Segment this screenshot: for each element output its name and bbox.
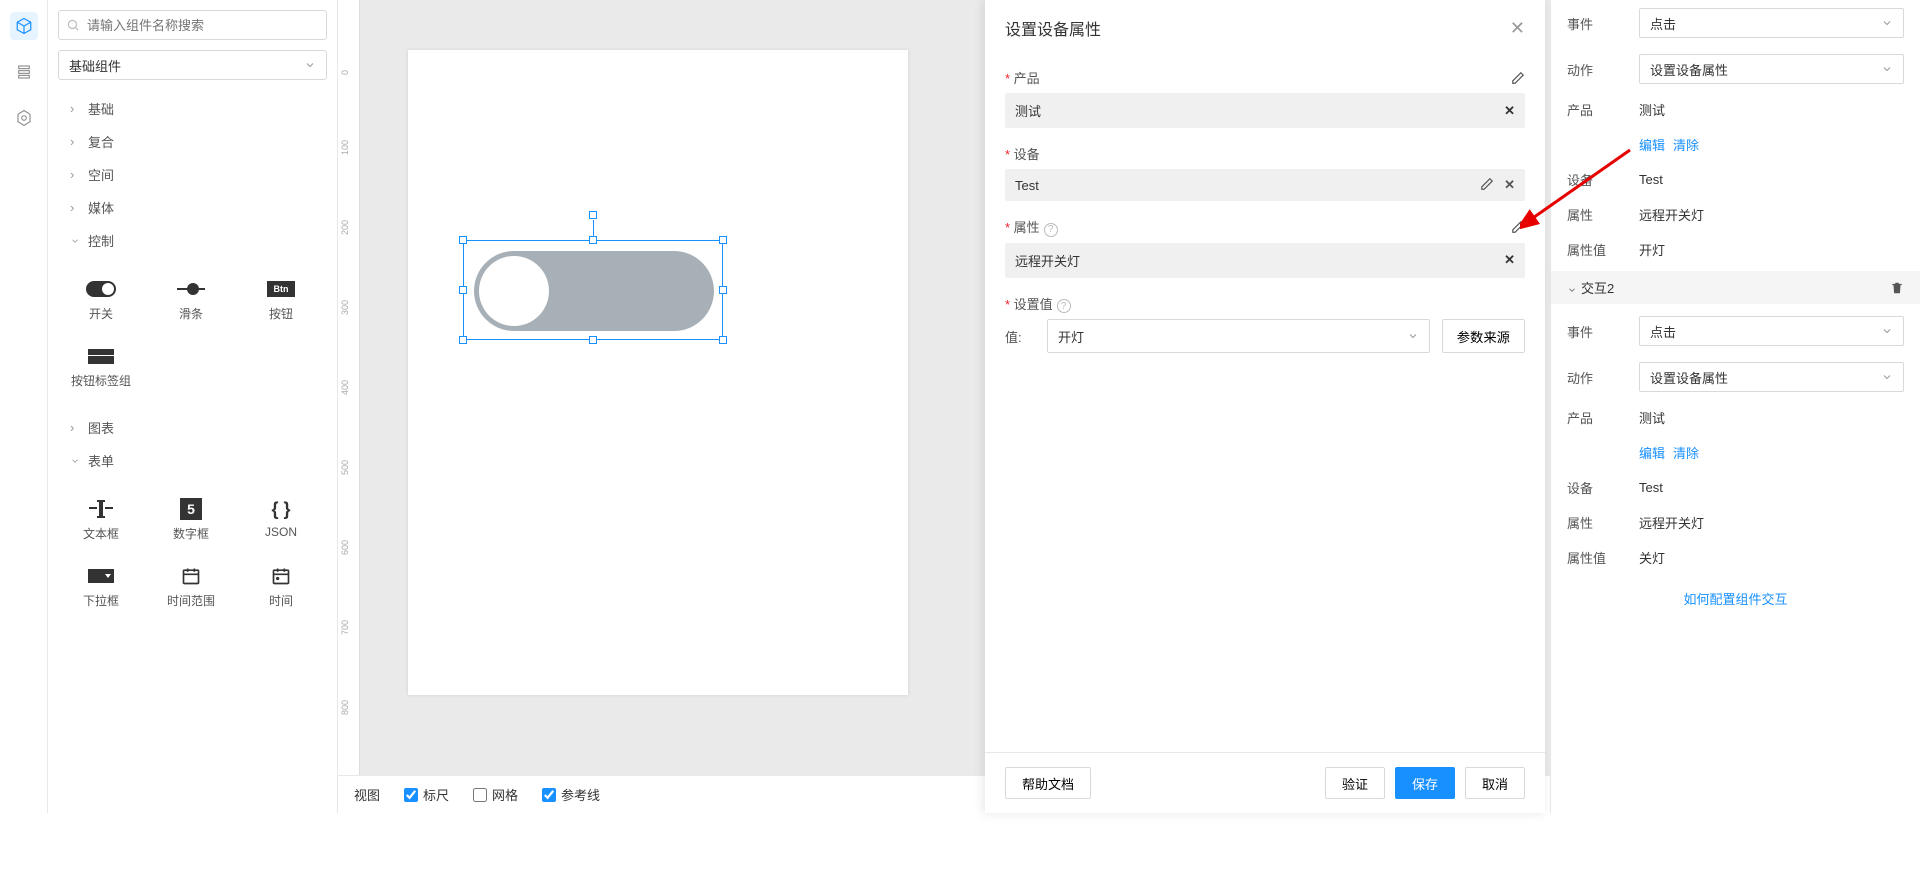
rail-components-icon[interactable]	[10, 12, 38, 40]
cancel-button[interactable]: 取消	[1465, 767, 1525, 799]
interaction-section-header[interactable]: 交互2	[1551, 271, 1920, 304]
widget-slider[interactable]: 滑条	[146, 267, 236, 334]
help-doc-button[interactable]: 帮助文档	[1005, 767, 1091, 799]
resize-handle[interactable]	[589, 236, 597, 244]
prop-attrval-value-2: 关灯	[1639, 548, 1665, 567]
component-tree: ›基础 ›复合 ›空间 ›媒体 控制 开关 滑条 Btn 按钮	[48, 88, 337, 813]
widget-json[interactable]: { } JSON	[236, 487, 326, 554]
switch-component[interactable]	[474, 251, 714, 331]
widget-switch[interactable]: 开关	[56, 267, 146, 334]
help-config-link[interactable]: 如何配置组件交互	[1683, 592, 1787, 607]
prop-product-value: 测试	[1639, 100, 1665, 119]
prop-product-value-2: 测试	[1639, 408, 1665, 427]
action-select-2[interactable]: 设置设备属性	[1639, 362, 1904, 392]
widget-time[interactable]: 时间	[236, 554, 326, 621]
action-select[interactable]: 设置设备属性	[1639, 54, 1904, 84]
toggle-ruler[interactable]: 标尺	[404, 785, 449, 804]
save-button[interactable]: 保存	[1395, 767, 1455, 799]
resize-handle[interactable]	[719, 336, 727, 344]
param-source-button[interactable]: 参数来源	[1442, 319, 1525, 353]
tree-media[interactable]: ›媒体	[48, 191, 337, 224]
toggle-grid[interactable]: 网格	[473, 785, 518, 804]
widget-button[interactable]: Btn 按钮	[236, 267, 326, 334]
help-icon[interactable]: ?	[1057, 299, 1071, 313]
widget-textbox[interactable]: 文本框	[56, 487, 146, 554]
component-search-input[interactable]	[58, 10, 327, 40]
resize-handle[interactable]	[719, 236, 727, 244]
selected-widget[interactable]	[463, 240, 723, 340]
edit-link[interactable]: 编辑	[1639, 138, 1665, 153]
resize-handle[interactable]	[459, 336, 467, 344]
chevron-down-icon	[1567, 285, 1577, 295]
field-label-device: 设备	[1005, 144, 1040, 163]
tree-composite[interactable]: ›复合	[48, 125, 337, 158]
device-value: Test	[1015, 178, 1039, 193]
edit-link-2[interactable]: 编辑	[1639, 446, 1665, 461]
field-label-setvalue: 设置值	[1005, 297, 1053, 312]
widget-timerange[interactable]: 时间范围	[146, 554, 236, 621]
edit-product-icon[interactable]	[1511, 71, 1525, 85]
edit-attr-icon[interactable]	[1511, 220, 1525, 234]
product-value: 测试	[1015, 101, 1041, 120]
prop-device-value-2: Test	[1639, 480, 1663, 495]
edit-device-icon[interactable]	[1480, 177, 1494, 193]
tree-chart[interactable]: ›图表	[48, 411, 337, 444]
left-rail	[0, 0, 48, 813]
value-select[interactable]: 开灯	[1047, 319, 1430, 353]
prop-attr-value-2: 远程开关灯	[1639, 513, 1704, 532]
field-label-attr: 属性	[1005, 220, 1040, 235]
chevron-down-icon	[1407, 330, 1419, 342]
component-group-select[interactable]: 基础组件	[58, 50, 327, 80]
verify-button[interactable]: 验证	[1325, 767, 1385, 799]
attr-value: 远程开关灯	[1015, 251, 1080, 270]
prop-attr-value: 远程开关灯	[1639, 205, 1704, 224]
resize-handle[interactable]	[719, 286, 727, 294]
canvas-page[interactable]	[408, 50, 908, 695]
properties-panel: 事件点击 动作设置设备属性 产品测试 编辑清除 设备Test 属性远程开关灯 属…	[1550, 0, 1920, 813]
widget-btn-tabs[interactable]: 按钮标签组	[56, 334, 146, 401]
set-device-attr-modal: 设置设备属性 ✕ 产品 测试 ✕ 设备 Test ✕ 属性? 远程开关灯 ✕ 设置值…	[985, 0, 1545, 813]
resize-handle[interactable]	[459, 236, 467, 244]
delete-icon[interactable]	[1890, 281, 1904, 295]
rotate-handle[interactable]	[589, 211, 597, 219]
field-label-product: 产品	[1005, 68, 1040, 87]
help-icon[interactable]: ?	[1044, 223, 1058, 237]
tree-form[interactable]: 表单	[48, 444, 337, 477]
modal-title: 设置设备属性	[1005, 16, 1101, 40]
clear-link-2[interactable]: 清除	[1673, 446, 1699, 461]
rail-layers-icon[interactable]	[10, 58, 38, 86]
event-select-2[interactable]: 点击	[1639, 316, 1904, 346]
clear-link[interactable]: 清除	[1673, 138, 1699, 153]
component-group-label: 基础组件	[69, 56, 121, 75]
clear-product-icon[interactable]: ✕	[1504, 103, 1515, 119]
widget-dropdown[interactable]: 下拉框	[56, 554, 146, 621]
footer-view-label: 视图	[354, 785, 380, 804]
resize-handle[interactable]	[589, 336, 597, 344]
event-select[interactable]: 点击	[1639, 8, 1904, 38]
component-panel: 基础组件 ›基础 ›复合 ›空间 ›媒体 控制 开关 滑条 Btn 按钮	[48, 0, 338, 813]
close-icon[interactable]: ✕	[1510, 18, 1525, 39]
widget-numberbox[interactable]: 5 数字框	[146, 487, 236, 554]
tree-basic[interactable]: ›基础	[48, 92, 337, 125]
rail-settings-icon[interactable]	[10, 104, 38, 132]
vertical-ruler: -100 0 100 200 300 400 500 600 700 800 9…	[338, 0, 360, 775]
chevron-down-icon	[304, 59, 316, 71]
resize-handle[interactable]	[459, 286, 467, 294]
prop-attrval-value: 开灯	[1639, 240, 1665, 259]
clear-device-icon[interactable]: ✕	[1504, 177, 1515, 193]
value-row-label: 值:	[1005, 327, 1035, 346]
toggle-guide[interactable]: 参考线	[542, 785, 600, 804]
search-icon	[66, 18, 80, 32]
tree-control[interactable]: 控制	[48, 224, 337, 257]
clear-attr-icon[interactable]: ✕	[1504, 252, 1515, 268]
tree-space[interactable]: ›空间	[48, 158, 337, 191]
prop-device-value: Test	[1639, 172, 1663, 187]
